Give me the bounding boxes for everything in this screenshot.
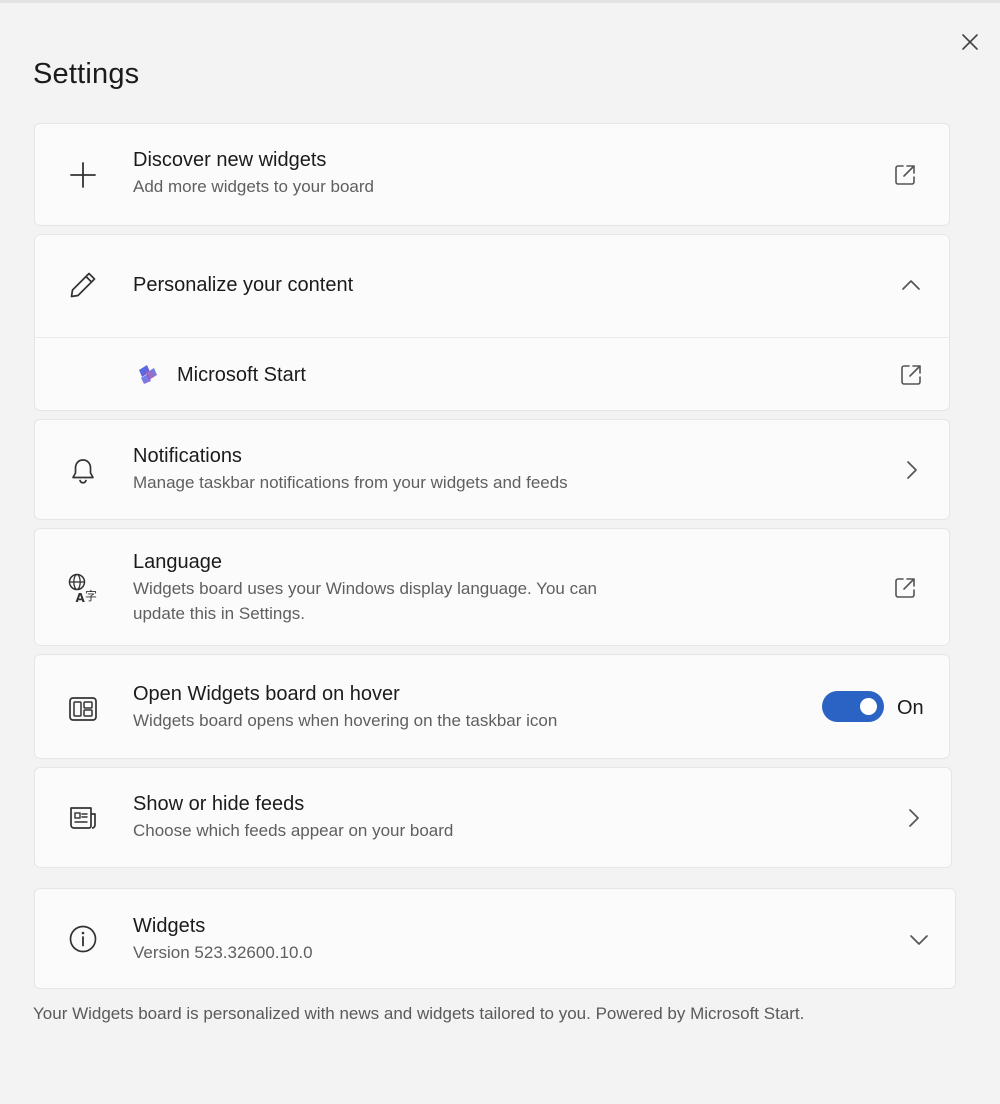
microsoft-start-logo-icon bbox=[133, 359, 163, 389]
language-settings-open-button[interactable] bbox=[889, 572, 921, 604]
microsoft-start-item[interactable]: Microsoft Start bbox=[35, 338, 949, 412]
hover-open-label: Open Widgets board on hover bbox=[133, 683, 400, 705]
toggle-knob bbox=[860, 698, 877, 715]
microsoft-start-label: Microsoft Start bbox=[177, 364, 306, 386]
hover-open-toggle-label: On bbox=[897, 697, 924, 719]
window-top-edge bbox=[0, 0, 1000, 3]
bell-icon bbox=[67, 455, 99, 487]
notifications-card[interactable]: Notifications Manage taskbar notificatio… bbox=[34, 419, 950, 520]
notifications-label: Notifications bbox=[133, 445, 242, 467]
personalize-content-header[interactable]: Personalize your content bbox=[35, 235, 949, 337]
plus-icon bbox=[67, 159, 99, 191]
language-icon: A 字 bbox=[67, 572, 99, 604]
notifications-open-button[interactable] bbox=[895, 454, 927, 486]
feeds-card[interactable]: Show or hide feeds Choose which feeds ap… bbox=[34, 767, 952, 868]
info-icon bbox=[67, 923, 99, 955]
notifications-desc: Manage taskbar notifications from your w… bbox=[133, 473, 568, 492]
close-button[interactable] bbox=[956, 28, 984, 56]
microsoft-start-open-button[interactable] bbox=[895, 359, 927, 391]
personalize-content-card: Personalize your content Microsoft Start bbox=[34, 234, 950, 411]
discover-widgets-label: Discover new widgets bbox=[133, 149, 327, 171]
news-feed-icon bbox=[67, 802, 99, 834]
personalize-collapse-button[interactable] bbox=[895, 269, 927, 301]
page-title: Settings bbox=[33, 58, 140, 90]
discover-widgets-open-button[interactable] bbox=[889, 159, 921, 191]
feeds-desc: Choose which feeds appear on your board bbox=[133, 821, 454, 840]
chevron-down-icon bbox=[910, 935, 928, 945]
svg-text:字: 字 bbox=[85, 588, 97, 603]
language-label: Language bbox=[133, 551, 222, 573]
feeds-label: Show or hide feeds bbox=[133, 793, 305, 815]
open-external-icon bbox=[895, 578, 915, 598]
language-desc: Widgets board uses your Windows display … bbox=[133, 579, 598, 623]
widgets-board-icon bbox=[67, 693, 99, 725]
discover-widgets-desc: Add more widgets to your board bbox=[133, 177, 374, 196]
hover-open-toggle[interactable] bbox=[822, 691, 884, 722]
chevron-up-icon bbox=[902, 280, 920, 290]
about-widgets-label: Widgets bbox=[133, 915, 206, 937]
svg-text:A: A bbox=[76, 591, 86, 604]
about-expand-button[interactable] bbox=[903, 924, 935, 956]
pencil-icon bbox=[67, 269, 99, 301]
feeds-open-button[interactable] bbox=[897, 802, 929, 834]
footer-note: Your Widgets board is personalized with … bbox=[33, 1004, 805, 1023]
about-widgets-card[interactable]: Widgets Version 523.32600.10.0 bbox=[34, 888, 956, 989]
hover-open-card: Open Widgets board on hover Widgets boar… bbox=[34, 654, 950, 759]
open-external-icon bbox=[895, 165, 915, 185]
open-external-icon bbox=[901, 365, 921, 385]
chevron-right-icon bbox=[907, 461, 917, 479]
about-widgets-version: Version 523.32600.10.0 bbox=[133, 943, 313, 962]
chevron-right-icon bbox=[909, 809, 919, 827]
personalize-content-label: Personalize your content bbox=[133, 274, 354, 296]
discover-widgets-card[interactable]: Discover new widgets Add more widgets to… bbox=[34, 123, 950, 226]
hover-open-desc: Widgets board opens when hovering on the… bbox=[133, 711, 558, 730]
close-icon bbox=[962, 34, 978, 50]
language-card[interactable]: A 字 Language Widgets board uses your Win… bbox=[34, 528, 950, 646]
